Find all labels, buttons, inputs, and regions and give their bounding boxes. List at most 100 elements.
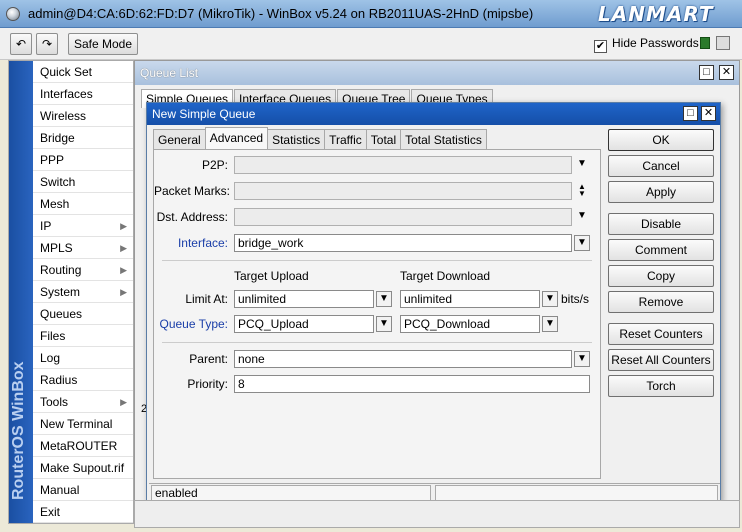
ok-button[interactable]: OK	[608, 129, 714, 151]
maximize-icon[interactable]: □	[699, 65, 714, 80]
comment-button[interactable]: Comment	[608, 239, 714, 261]
limit-at-upload-field[interactable]: unlimited	[234, 290, 374, 308]
queue-list-title: Queue List	[135, 61, 739, 85]
dialog-title: New Simple Queue	[147, 103, 720, 125]
remove-button[interactable]: Remove	[608, 291, 714, 313]
sidebar-item-queues[interactable]: Queues	[33, 303, 133, 325]
sidebar-item-new-terminal[interactable]: New Terminal	[33, 413, 133, 435]
sidebar-item-interfaces[interactable]: Interfaces	[33, 83, 133, 105]
advanced-tab-panel: P2P: ▼ Packet Marks: ▲ ▼ Dst. Address: ▼ …	[153, 149, 601, 479]
hide-passwords-toggle[interactable]: ✔ Hide Passwords	[594, 36, 699, 53]
tab-total-statistics[interactable]: Total Statistics	[400, 129, 487, 151]
sidebar-item-ppp[interactable]: PPP	[33, 149, 133, 171]
queue-type-label: Queue Type:	[159, 317, 229, 331]
p2p-field[interactable]	[234, 156, 572, 174]
sidebar-item-metarouter[interactable]: MetaROUTER	[33, 435, 133, 457]
sidebar-item-label: Quick Set	[40, 65, 93, 79]
limit-at-label: Limit At:	[185, 292, 228, 306]
disable-button[interactable]: Disable	[608, 213, 714, 235]
submenu-arrow-icon: ▶	[120, 265, 127, 275]
sidebar-item-routing[interactable]: Routing ▶	[33, 259, 133, 281]
app-titlebar: admin@D4:CA:6D:62:FD:D7 (MikroTik) - Win…	[0, 0, 742, 28]
sidebar-item-manual[interactable]: Manual	[33, 479, 133, 501]
interface-dropdown-icon[interactable]: ▼	[574, 235, 590, 251]
p2p-dropdown-icon[interactable]: ▼	[574, 157, 590, 173]
tab-advanced[interactable]: Advanced	[204, 127, 269, 151]
queue-type-upload-field[interactable]: PCQ_Upload	[234, 315, 374, 333]
separator	[162, 342, 592, 343]
sidebar-item-radius[interactable]: Radius	[33, 369, 133, 391]
dialog-statusbar: enabled	[149, 483, 720, 501]
sidebar-item-ip[interactable]: IP ▶	[33, 215, 133, 237]
sidebar-item-wireless[interactable]: Wireless	[33, 105, 133, 127]
queue-type-download-dropdown-icon[interactable]: ▼	[542, 316, 558, 332]
sidebar-item-mpls[interactable]: MPLS ▶	[33, 237, 133, 259]
lock-icon	[700, 37, 710, 49]
dst-address-dropdown-icon[interactable]: ▼	[574, 209, 590, 225]
sidebar-item-exit[interactable]: Exit	[33, 501, 133, 523]
close-icon[interactable]: ✕	[719, 65, 734, 80]
sidebar-item-label: Tools	[40, 395, 69, 409]
undo-icon: ↶	[15, 37, 27, 51]
queue-type-download-field[interactable]: PCQ_Download	[400, 315, 540, 333]
copy-button[interactable]: Copy	[608, 265, 714, 287]
dialog-close-icon[interactable]: ✕	[701, 106, 716, 121]
sidebar-item-label: Files	[40, 329, 66, 343]
brand-logo: LANMART	[598, 2, 714, 26]
sidebar-item-label: MetaROUTER	[40, 439, 118, 453]
sidebar-item-label: Radius	[40, 373, 78, 387]
limit-at-download-field[interactable]: unlimited	[400, 290, 540, 308]
tab-statistics[interactable]: Statistics	[267, 129, 326, 151]
sidebar-item-make-supout-rif[interactable]: Make Supout.rif	[33, 457, 133, 479]
redo-button[interactable]: ↷	[36, 33, 58, 55]
dialog-maximize-icon[interactable]: □	[683, 106, 698, 121]
sidebar-item-label: Manual	[40, 483, 80, 497]
sidebar-item-log[interactable]: Log	[33, 347, 133, 369]
parent-field[interactable]: none	[234, 350, 572, 368]
sidebar-item-files[interactable]: Files	[33, 325, 133, 347]
hide-passwords-checkbox[interactable]: ✔	[594, 40, 607, 53]
submenu-arrow-icon: ▶	[120, 221, 127, 231]
sidebar-item-label: Queues	[40, 307, 83, 321]
packet-marks-label: Packet Marks:	[154, 184, 231, 198]
reset-all-counters-button[interactable]: Reset All Counters	[608, 349, 714, 371]
sidebar-item-mesh[interactable]: Mesh	[33, 193, 133, 215]
packet-marks-field[interactable]	[234, 182, 572, 200]
status-text: enabled	[151, 485, 431, 501]
vertical-brand: RouterOS WinBox	[9, 61, 33, 523]
sidebar-item-tools[interactable]: Tools ▶	[33, 391, 133, 413]
parent-label: Parent:	[189, 352, 228, 366]
sidebar-item-switch[interactable]: Switch	[33, 171, 133, 193]
undo-button[interactable]: ↶	[10, 33, 32, 55]
interface-field[interactable]: bridge_work	[234, 234, 572, 252]
sidebar-item-quick-set[interactable]: Quick Set	[33, 61, 133, 83]
limit-unit-label: bits/s	[561, 292, 590, 306]
priority-field[interactable]: 8	[234, 375, 590, 393]
queue-type-upload-dropdown-icon[interactable]: ▼	[376, 316, 392, 332]
sidebar-item-label: Routing	[40, 263, 82, 277]
sidebar-item-system[interactable]: System ▶	[33, 281, 133, 303]
window-toggle-icon[interactable]	[716, 36, 730, 50]
target-download-header: Target Download	[400, 269, 491, 283]
menu-list: Quick Set Interfaces Wireless Bridge PPP Swit…	[33, 61, 133, 523]
priority-label: Priority:	[187, 377, 228, 391]
hide-passwords-label: Hide Passwords	[612, 36, 699, 50]
target-upload-header: Target Upload	[234, 269, 309, 283]
parent-dropdown-icon[interactable]: ▼	[574, 351, 590, 367]
torch-button[interactable]: Torch	[608, 375, 714, 397]
sidebar-item-label: PPP	[40, 153, 65, 167]
safe-mode-button[interactable]: Safe Mode	[68, 33, 138, 55]
cancel-button[interactable]: Cancel	[608, 155, 714, 177]
limit-at-download-dropdown-icon[interactable]: ▼	[542, 291, 558, 307]
sidebar-item-bridge[interactable]: Bridge	[33, 127, 133, 149]
status-cell-empty	[435, 485, 718, 501]
tab-general[interactable]: General	[153, 129, 206, 151]
apply-button[interactable]: Apply	[608, 181, 714, 203]
reset-counters-button[interactable]: Reset Counters	[608, 323, 714, 345]
sidebar-item-label: Exit	[40, 505, 61, 519]
packet-marks-updown-icon[interactable]: ▲ ▼	[574, 183, 590, 199]
dst-address-field[interactable]	[234, 208, 572, 226]
limit-at-upload-dropdown-icon[interactable]: ▼	[376, 291, 392, 307]
tab-total[interactable]: Total	[365, 129, 402, 151]
tab-traffic[interactable]: Traffic	[324, 129, 367, 151]
